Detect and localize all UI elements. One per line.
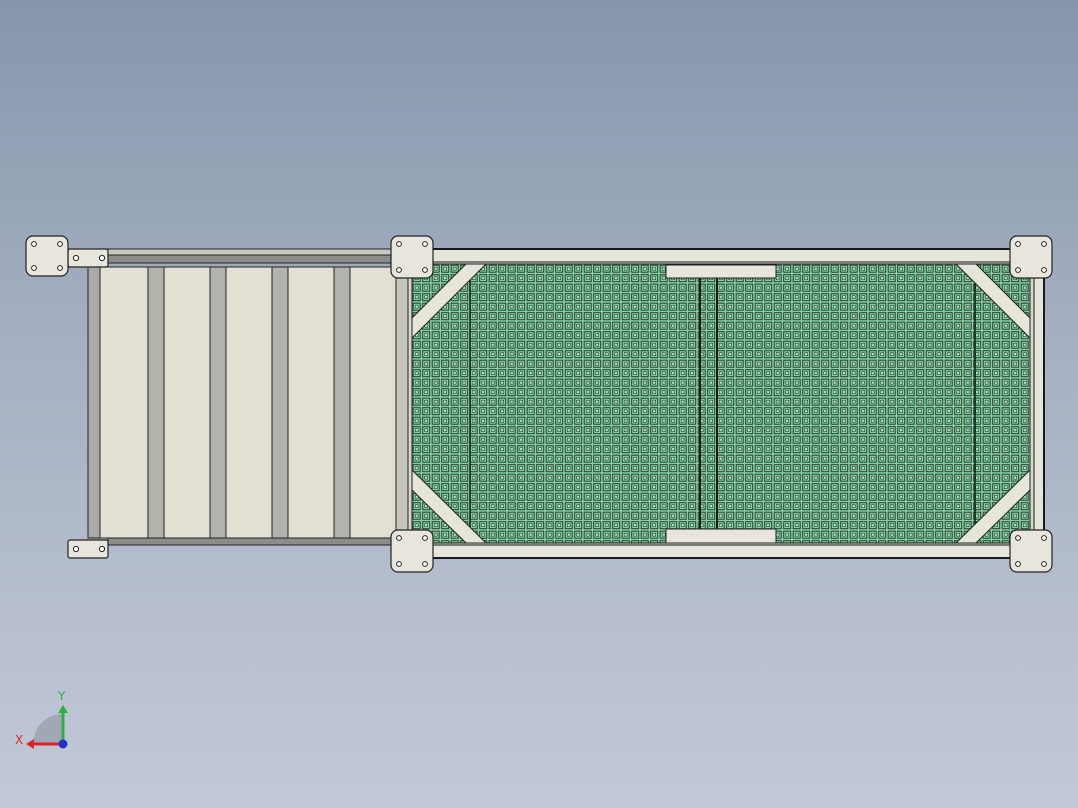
left-post [395,274,409,534]
bottom-crossbar [665,528,777,544]
conveyor-plate [225,266,273,539]
bolt-hole [31,265,37,271]
corner-pad-top-left [390,235,434,279]
conveyor-plates [99,266,397,539]
bolt-hole [57,241,63,247]
conveyor-top-rail [67,248,393,256]
corner-pad-bottom-right [1009,529,1053,573]
conveyor-plate [349,266,397,539]
x-axis-label: X [15,733,23,747]
conveyor-assembly[interactable] [25,235,397,559]
bolt-hole [98,254,106,262]
x-axis-arrowhead-icon [26,739,34,749]
axis-triad: X Y [15,689,68,749]
bolt-hole [72,254,80,262]
conveyor-plate [163,266,211,539]
conveyor-plate [287,266,335,539]
conveyor-separator-bar [333,266,351,539]
cad-viewport[interactable]: X Y [0,0,1078,808]
bolt-hole [57,265,63,271]
corner-pad-top-right [1009,235,1053,279]
corner-pad-bottom-left [390,529,434,573]
model-canvas[interactable]: X Y [0,0,1078,808]
top-crossbar [665,264,777,279]
y-axis-arrowhead-icon [58,705,68,713]
conveyor-top-rail-inner [107,254,393,264]
conveyor-side-profile [87,263,101,539]
conveyor-bottom-rail [107,537,393,546]
conveyor-plate [99,266,149,539]
y-axis-label: Y [57,689,66,703]
bolt-hole [72,545,80,553]
z-axis-dot-icon [58,739,68,749]
grid-table-assembly[interactable] [390,235,1053,573]
bolt-hole [31,241,37,247]
grid-mesh-panel [411,263,1031,544]
conveyor-separator-bar [209,266,227,539]
bolt-hole [98,545,106,553]
triad-quadrant [33,714,63,744]
conveyor-separator-bar [271,266,289,539]
conveyor-separator-bar [147,266,165,539]
